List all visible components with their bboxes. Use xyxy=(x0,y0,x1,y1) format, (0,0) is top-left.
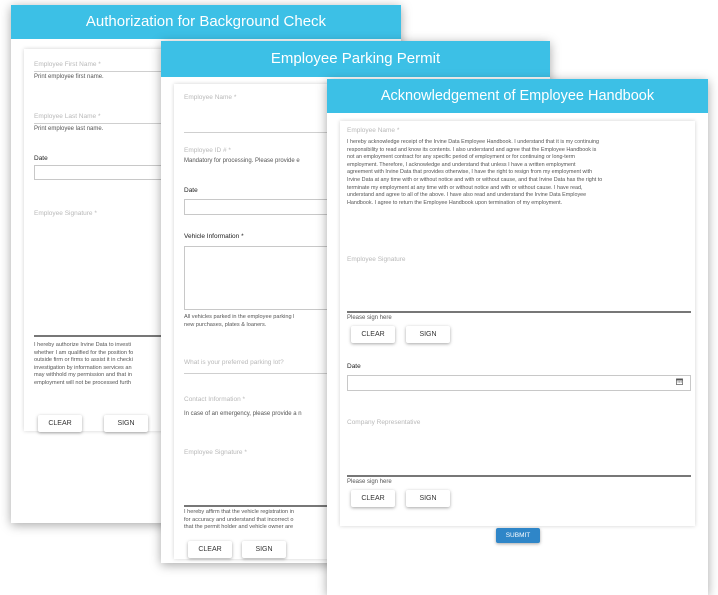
employee-clear-button[interactable]: CLEAR xyxy=(351,326,395,343)
date-field[interactable] xyxy=(347,375,691,391)
background-check-title: Authorization for Background Check xyxy=(85,13,327,30)
company-rep-sign-button[interactable]: SIGN xyxy=(406,490,450,507)
date-label: Date xyxy=(34,155,48,162)
vehicle-info-field[interactable] xyxy=(184,246,336,310)
parking-lot-select[interactable] xyxy=(184,373,334,374)
sign-button[interactable]: SIGN xyxy=(242,541,286,558)
employee-signature-label: Employee Signature * xyxy=(184,449,247,456)
last-name-hint: Print employee last name. xyxy=(34,126,104,132)
first-name-label: Employee First Name * xyxy=(34,61,101,68)
employee-sign-hint: Please sign here xyxy=(347,315,392,321)
parking-lot-label: What is your preferred parking lot? xyxy=(184,359,284,366)
contact-info-hint: In case of an emergency, please provide … xyxy=(184,411,302,417)
parking-permit-title: Employee Parking Permit xyxy=(270,50,441,67)
clear-button[interactable]: CLEAR xyxy=(188,541,232,558)
last-name-field[interactable] xyxy=(34,123,174,124)
vehicle-info-label: Vehicle Information * xyxy=(184,233,244,240)
acknowledgement-text: I hereby acknowledge receipt of the Irvi… xyxy=(347,139,603,206)
employee-id-hint: Mandatory for processing. Please provide… xyxy=(184,158,300,164)
employee-name-label: Employee Name * xyxy=(347,127,400,134)
parking-permit-header: Employee Parking Permit xyxy=(161,41,550,77)
company-rep-sign-hint: Please sign here xyxy=(347,479,392,485)
last-name-label: Employee Last Name * xyxy=(34,113,101,120)
background-check-header: Authorization for Background Check xyxy=(11,5,401,39)
signature-label: Employee Signature * xyxy=(34,210,97,217)
employee-name-field[interactable] xyxy=(184,132,334,133)
signature-line[interactable] xyxy=(184,505,334,507)
employee-sign-button[interactable]: SIGN xyxy=(406,326,450,343)
date-field[interactable] xyxy=(184,199,336,215)
submit-button[interactable]: SUBMIT xyxy=(496,528,540,543)
handbook-ack-body: Employee Name * I hereby acknowledge rec… xyxy=(340,121,695,526)
first-name-hint: Print employee first name. xyxy=(34,74,104,80)
company-rep-clear-button[interactable]: CLEAR xyxy=(351,490,395,507)
employee-id-label: Employee ID # * xyxy=(184,147,231,154)
handbook-ack-form: Acknowledgement of Employee Handbook Emp… xyxy=(327,79,708,595)
company-rep-signature-line[interactable] xyxy=(347,475,691,477)
employee-signature-line[interactable] xyxy=(347,311,691,313)
signature-line[interactable] xyxy=(34,335,174,337)
date-label: Date xyxy=(184,187,198,194)
clear-button[interactable]: CLEAR xyxy=(38,415,82,432)
employee-name-label: Employee Name * xyxy=(184,94,237,101)
handbook-ack-header: Acknowledgement of Employee Handbook xyxy=(327,79,708,113)
calendar-icon[interactable] xyxy=(676,378,683,385)
handbook-ack-title: Acknowledgement of Employee Handbook xyxy=(380,88,655,104)
date-label: Date xyxy=(347,363,361,370)
authorization-text: I hereby authorize Irvine Data to invest… xyxy=(34,342,134,386)
contact-info-label: Contact Information * xyxy=(184,396,246,403)
first-name-field[interactable] xyxy=(34,71,174,72)
sign-button[interactable]: SIGN xyxy=(104,415,148,432)
company-rep-label: Company Representative xyxy=(347,419,421,426)
affirm-text: I hereby affirm that the vehicle registr… xyxy=(184,509,294,530)
employee-signature-label: Employee Signature xyxy=(347,256,406,263)
vehicle-note: All vehicles parked in the employee park… xyxy=(184,314,295,328)
